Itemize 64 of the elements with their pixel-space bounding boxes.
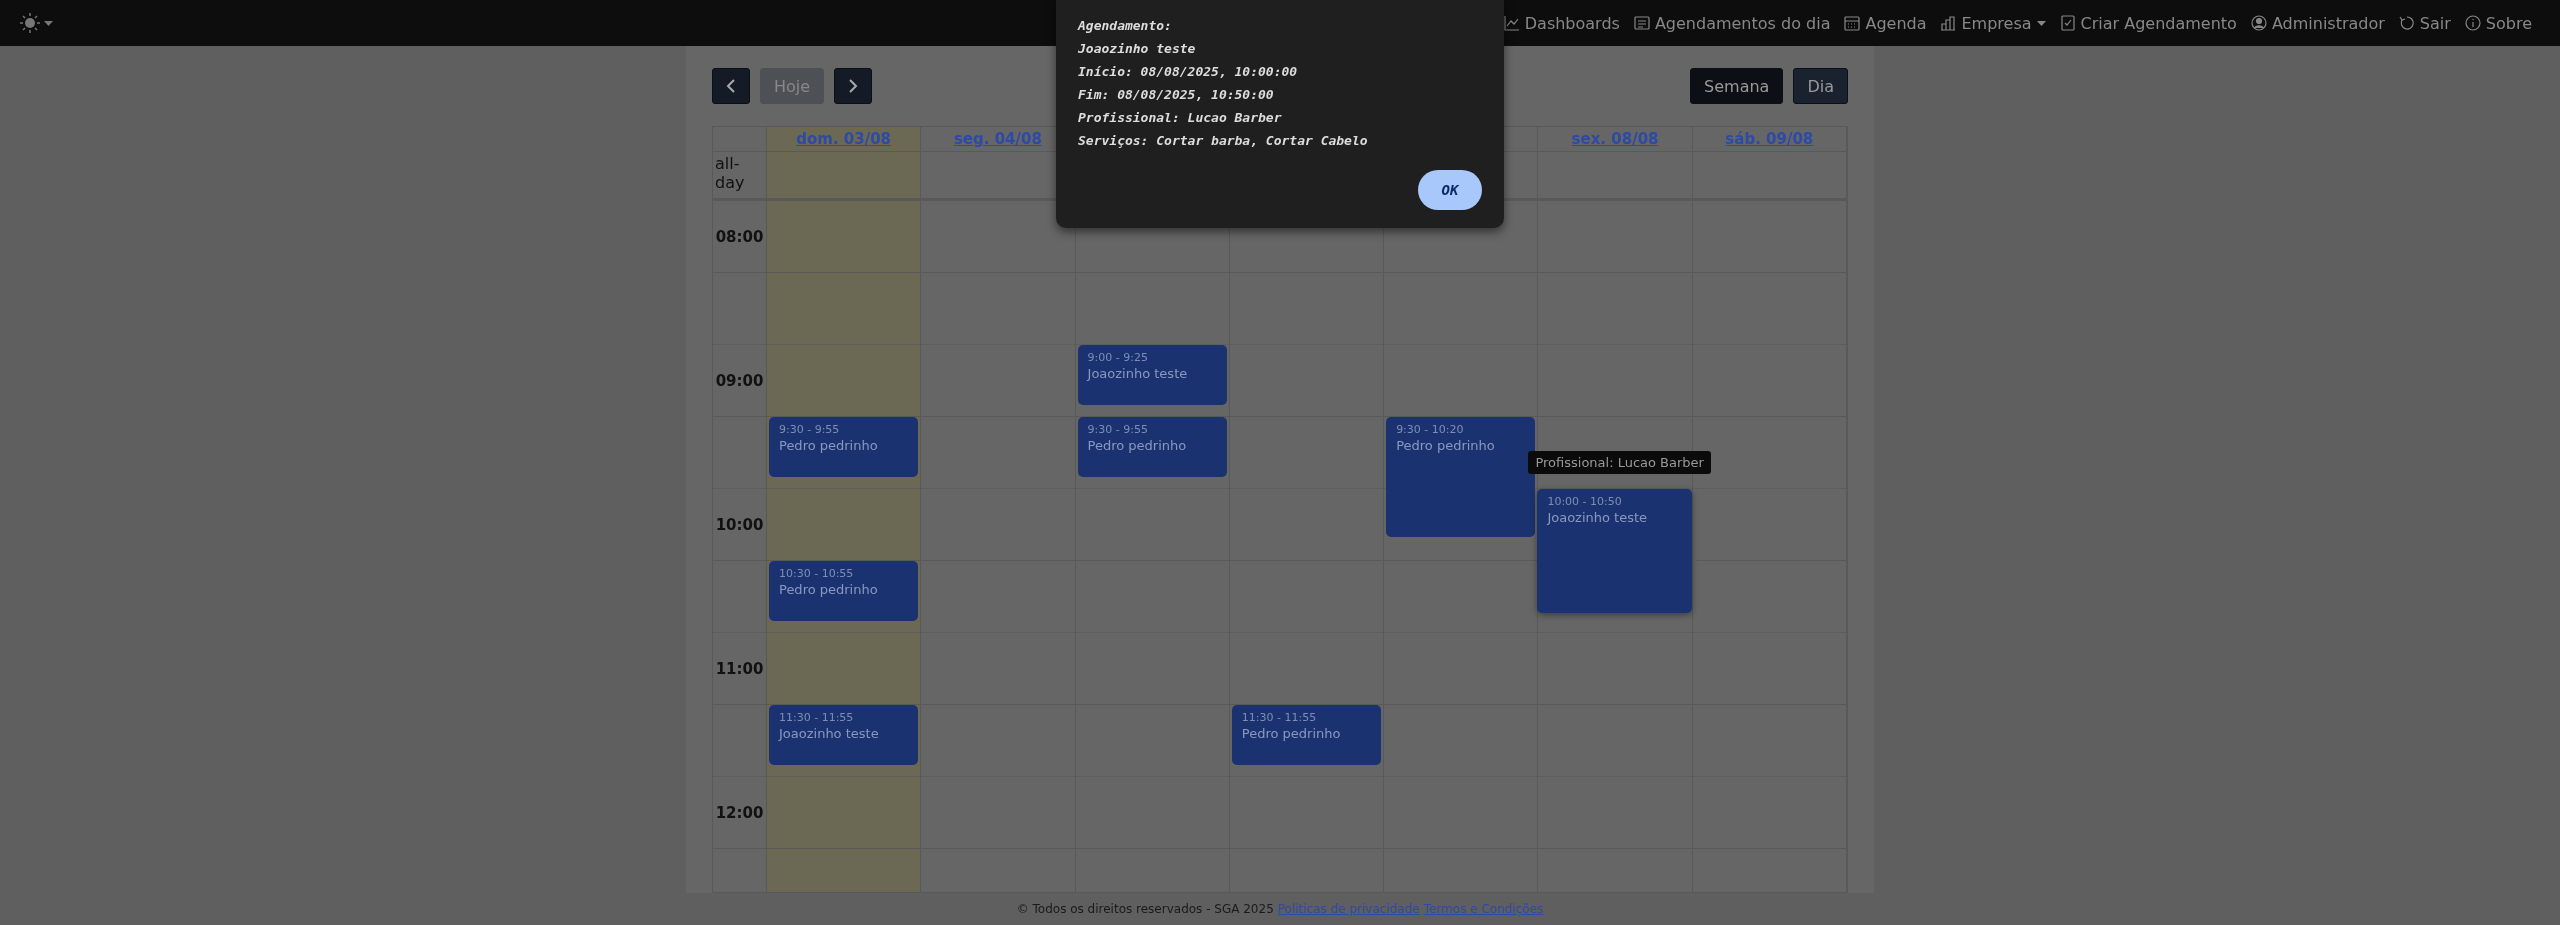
- caret-icon: [2036, 20, 2046, 26]
- theme-toggle[interactable]: [20, 13, 53, 33]
- tooltip: Profissional: Lucao Barber: [1528, 451, 1711, 474]
- list-icon: [1633, 15, 1650, 31]
- hour-label: 10:00: [715, 515, 764, 534]
- previous-button[interactable]: [712, 68, 750, 104]
- nav-link[interactable]: Administrador: [2250, 13, 2385, 33]
- hour-label: 11:00: [715, 659, 764, 678]
- dialog-text: Serviços: Cortar barba, Cortar Cabelo: [1078, 132, 1369, 150]
- line-chart-icon: [1503, 15, 1520, 31]
- event-time: 9:30 - 9:55: [779, 423, 841, 436]
- chevron-right-icon: [848, 78, 859, 94]
- nav-link[interactable]: Sair: [2398, 13, 2451, 33]
- info-icon: [2464, 15, 2481, 31]
- event-time: 11:30 - 11:55: [1241, 711, 1318, 724]
- view-button[interactable]: Semana: [1690, 68, 1784, 104]
- ok-button[interactable]: OK: [1418, 170, 1482, 210]
- user-icon: [2250, 15, 2267, 31]
- nav-link[interactable]: Criar Agendamento: [2059, 13, 2237, 33]
- event-time: 9:00 - 9:25: [1087, 351, 1149, 364]
- all-day-label: all-day: [714, 153, 746, 194]
- copyright-text: © Todos os direitos reservados - SGA 2025: [1016, 902, 1274, 916]
- event-title: Pedro pedrinho: [779, 582, 879, 597]
- checklist-icon: [2059, 15, 2076, 31]
- event-title: Pedro pedrinho: [1087, 438, 1188, 453]
- view-button[interactable]: Dia: [1793, 68, 1848, 104]
- event-title: Pedro pedrinho: [779, 438, 879, 453]
- appointment-event[interactable]: 11:30 - 11:55 Joaozinho teste: [769, 705, 919, 765]
- nav-link[interactable]: Sobre: [2464, 13, 2532, 33]
- hour-label: 09:00: [715, 371, 764, 390]
- dialog-text: Início: 08/08/2025, 10:00:00: [1078, 63, 1299, 81]
- event-time: 9:30 - 10:20: [1396, 423, 1465, 436]
- hour-label: 08:00: [715, 227, 764, 246]
- appointment-event[interactable]: 9:30 - 9:55 Pedro pedrinho: [1077, 417, 1227, 477]
- appointment-event[interactable]: 11:30 - 11:55 Pedro pedrinho: [1231, 705, 1382, 765]
- dialog-text: Joaozinho teste: [1078, 40, 1197, 58]
- event-title: Pedro pedrinho: [1396, 438, 1496, 453]
- caret-icon: [44, 20, 53, 26]
- nav-link[interactable]: Agendamentos do dia: [1633, 13, 1831, 33]
- nav-link[interactable]: Agenda: [1844, 13, 1927, 33]
- appointment-event[interactable]: 9:30 - 9:55 Pedro pedrinho: [769, 417, 919, 477]
- appointment-event[interactable]: 9:30 - 10:20 Pedro pedrinho: [1386, 417, 1536, 537]
- event-title: Pedro pedrinho: [1241, 726, 1342, 741]
- appointment-event[interactable]: 10:00 - 10:50 Joaozinho teste: [1537, 489, 1692, 613]
- appointment-event[interactable]: 9:00 - 9:25 Joaozinho teste: [1077, 345, 1227, 405]
- hour-label: 12:00: [715, 803, 764, 822]
- event-title: Joaozinho teste: [1547, 510, 1649, 525]
- nav-link[interactable]: Dashboards: [1503, 13, 1620, 33]
- dialog-text: Profissional: Lucao Barber: [1078, 109, 1283, 127]
- chevron-left-icon: [726, 78, 736, 94]
- event-title: Joaozinho teste: [779, 726, 880, 741]
- nav-link[interactable]: Empresa: [1940, 13, 2046, 33]
- logout-icon: [2398, 15, 2415, 31]
- event-time: 9:30 - 9:55: [1087, 423, 1149, 436]
- dialog-text: Agendamento:: [1078, 17, 1173, 35]
- event-title: Joaozinho teste: [1087, 366, 1189, 381]
- calendar-icon: [1844, 15, 1861, 31]
- event-time: 11:30 - 11:55: [779, 711, 855, 724]
- next-button[interactable]: [834, 68, 873, 104]
- appointment-event[interactable]: 10:30 - 10:55 Pedro pedrinho: [769, 561, 919, 621]
- event-time: 10:30 - 10:55: [779, 567, 855, 580]
- building-icon: [1940, 15, 1957, 31]
- dialog-text: Fim: 08/08/2025, 10:50:00: [1078, 86, 1275, 104]
- event-time: 10:00 - 10:50: [1547, 495, 1623, 508]
